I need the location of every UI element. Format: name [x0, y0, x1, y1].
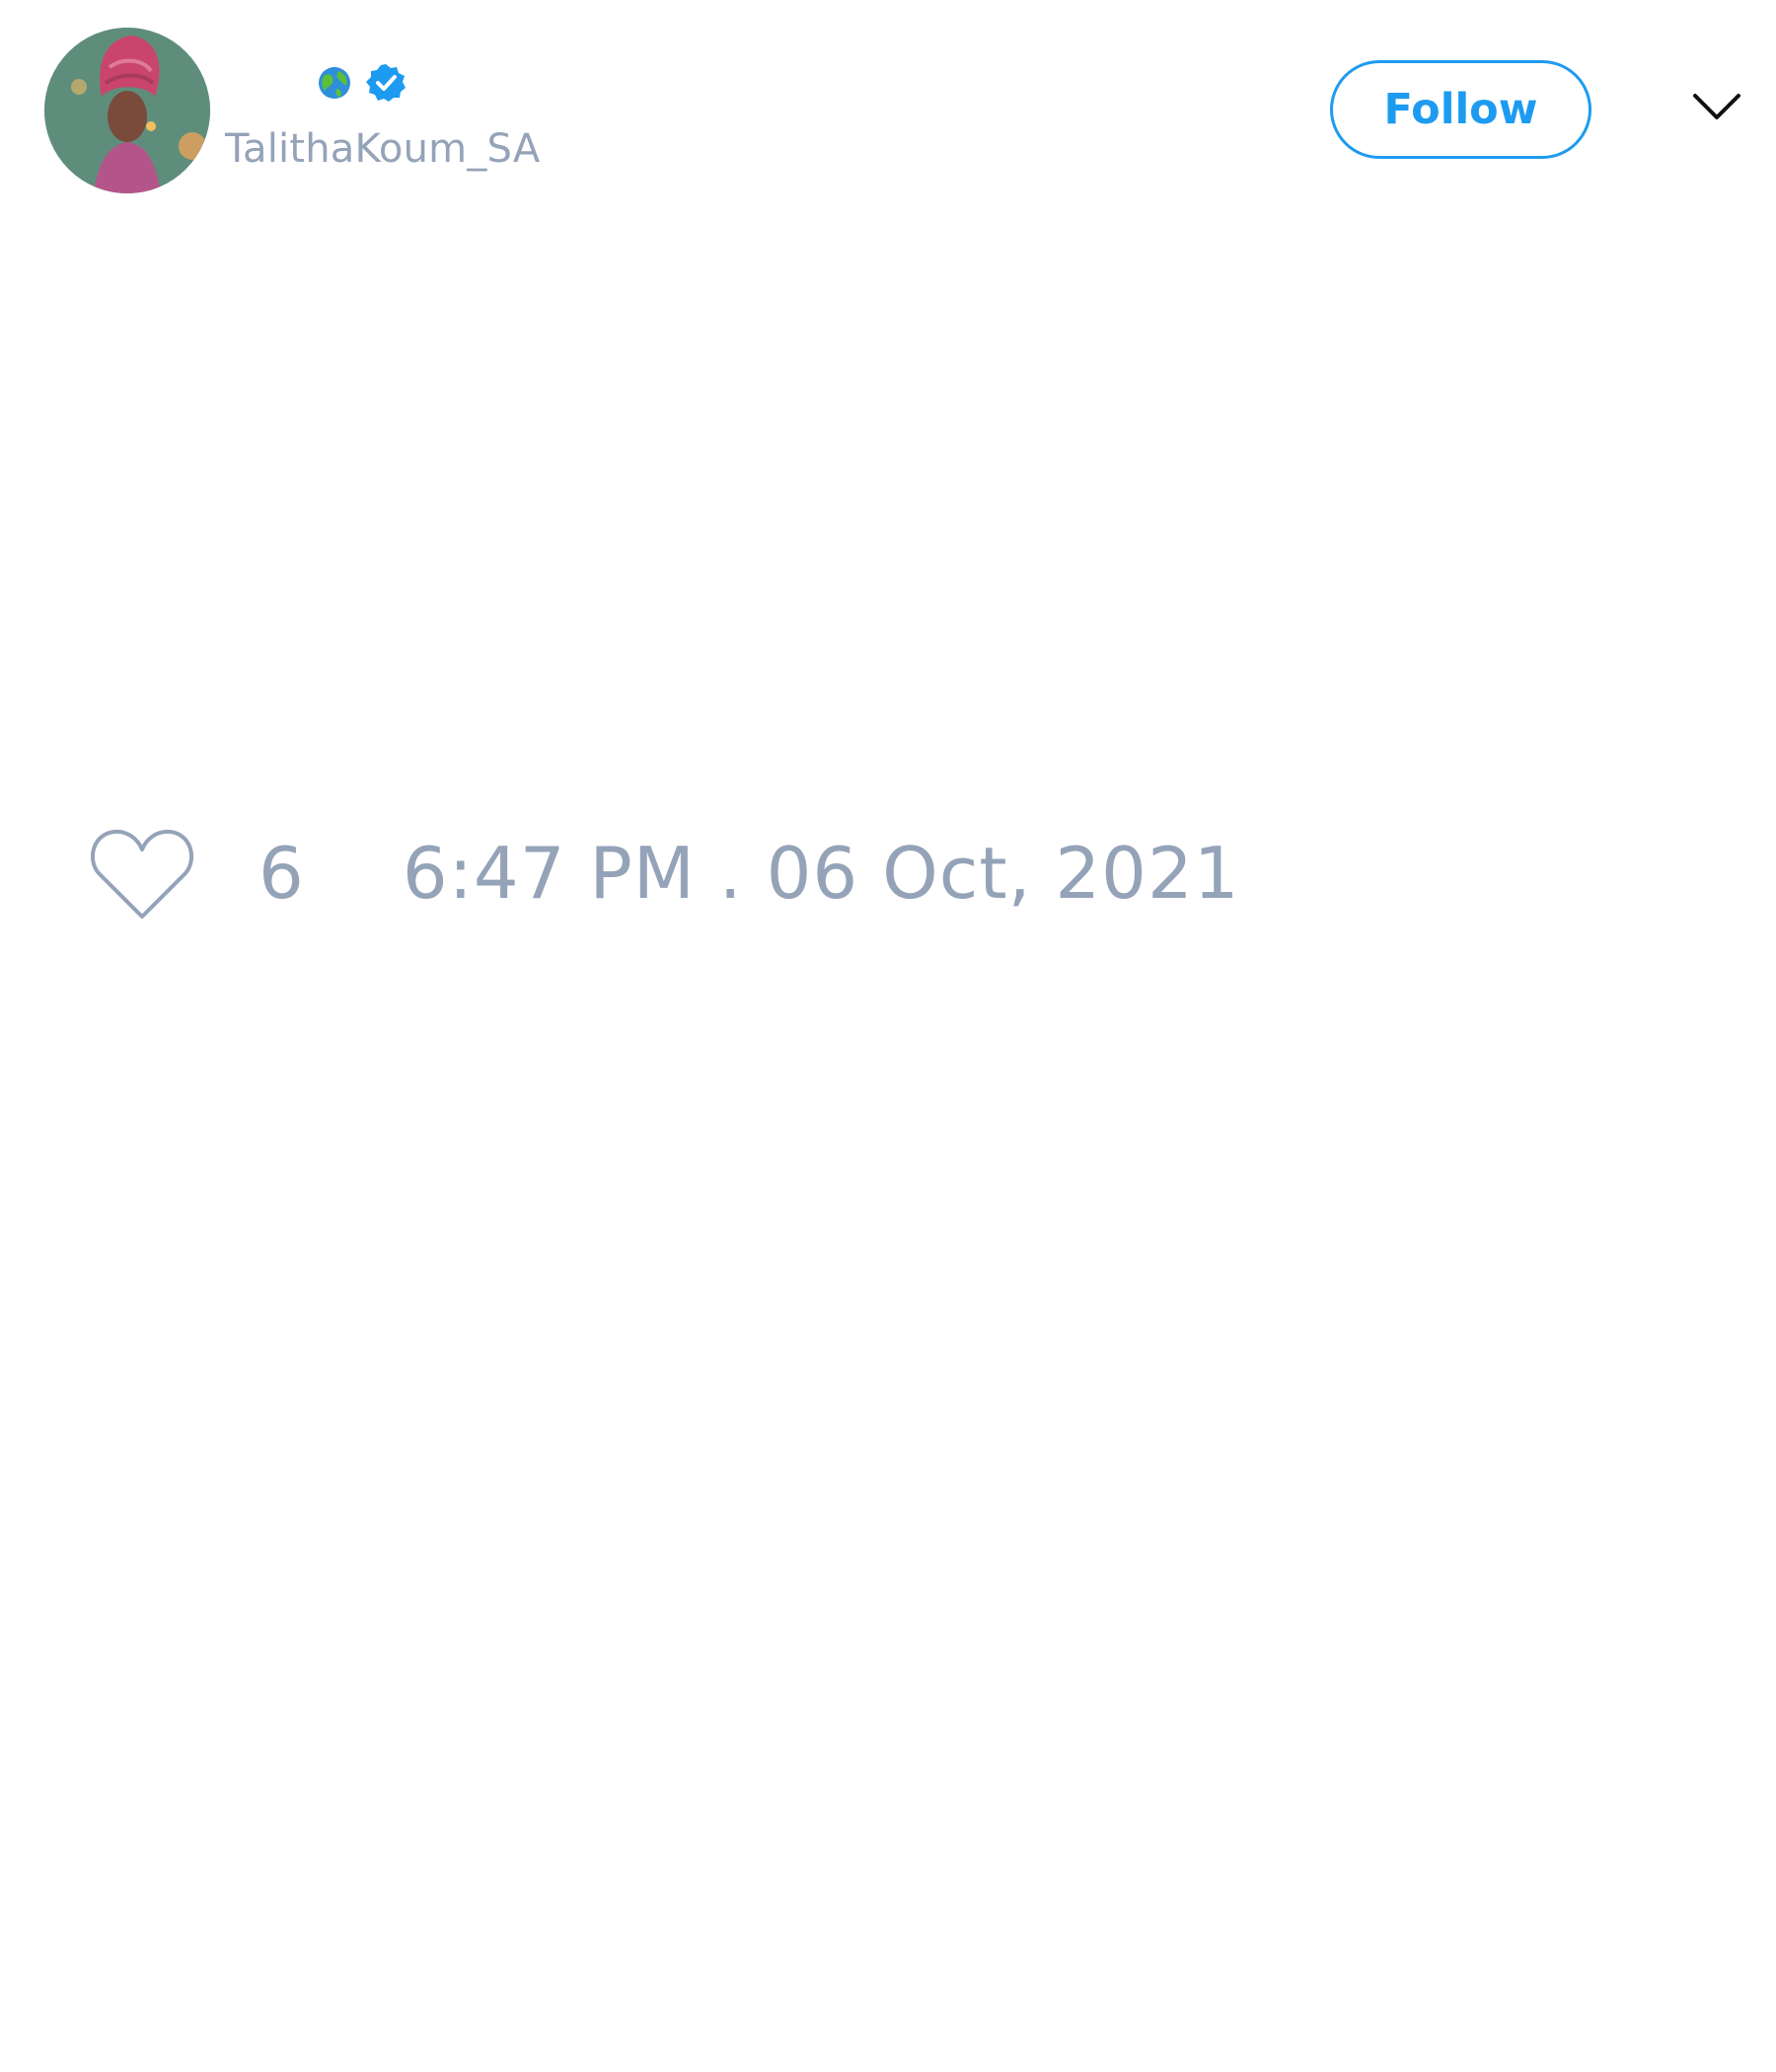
globe-icon	[313, 61, 356, 105]
author-handle[interactable]: TalithaKoum_SA	[225, 126, 540, 172]
chevron-down-icon[interactable]	[1692, 91, 1741, 122]
heart-icon[interactable]	[89, 824, 195, 923]
tweet-stats: 6 6:47 PM . 06 Oct, 2021	[89, 819, 1240, 927]
like-count: 6	[259, 832, 304, 915]
avatar[interactable]	[44, 28, 210, 193]
verified-icon	[364, 61, 407, 105]
tweet-timestamp[interactable]: 6:47 PM . 06 Oct, 2021	[403, 832, 1240, 915]
author-name-row	[313, 59, 407, 107]
follow-button[interactable]: Follow	[1330, 60, 1591, 159]
